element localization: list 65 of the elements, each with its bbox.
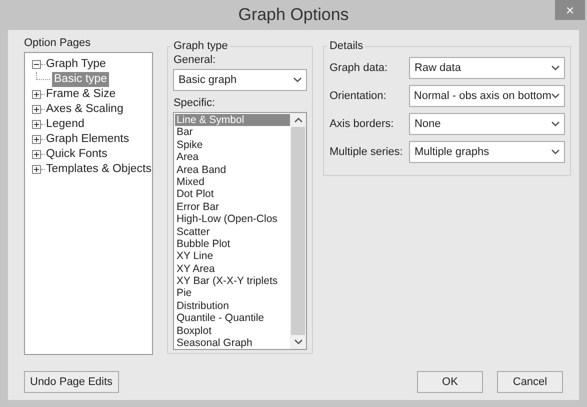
chevron-down-icon — [551, 121, 560, 127]
expand-icon[interactable] — [32, 150, 41, 159]
scroll-up-icon[interactable] — [294, 117, 303, 123]
field-label: Axis borders: — [329, 116, 395, 132]
group-label: Option Pages — [24, 36, 92, 50]
list-item[interactable]: Area — [175, 151, 290, 164]
field-label: Orientation: — [329, 88, 388, 104]
window-title: Graph Options — [238, 4, 349, 26]
list-item[interactable]: Error Bar — [175, 200, 290, 214]
undo-button[interactable]: Undo Page Edits — [24, 371, 119, 393]
scroll-thumb[interactable] — [291, 127, 306, 335]
ok-button[interactable]: OK — [417, 371, 483, 393]
tree-item[interactable]: Legend — [45, 117, 86, 132]
dropdown[interactable]: Normal - obs axis on bottom — [408, 85, 566, 107]
expand-icon[interactable] — [32, 165, 41, 174]
dropdown[interactable]: Raw data — [409, 57, 566, 79]
collapse-icon[interactable] — [32, 60, 41, 69]
tree-item[interactable]: Basic type — [52, 72, 110, 87]
chevron-down-icon — [551, 93, 560, 99]
scroll-down-icon[interactable] — [294, 339, 303, 345]
list-item[interactable]: Seasonal Graph — [175, 337, 290, 349]
list-item[interactable]: High-Low (Open-Clos — [175, 213, 290, 226]
dropdown[interactable]: Basic graph — [173, 69, 308, 91]
list-item[interactable]: XY Area — [175, 262, 290, 276]
tree-item[interactable]: Graph Elements — [45, 132, 130, 147]
list-item[interactable]: Bar — [175, 126, 290, 139]
list-item[interactable]: Area Band — [175, 164, 290, 176]
list-item[interactable]: Quantile - Quantile — [175, 312, 290, 325]
list-item[interactable]: Scatter — [175, 226, 290, 238]
dropdown-value: Normal - obs axis on bottom — [414, 88, 552, 104]
tree-item[interactable]: Frame & Size — [45, 87, 117, 102]
cancel-button[interactable]: Cancel — [497, 371, 563, 393]
expand-icon[interactable] — [32, 90, 41, 99]
list-item[interactable]: XY Line — [175, 250, 290, 263]
field-label: General: — [173, 53, 217, 67]
tree-item[interactable]: Axes & Scaling — [45, 102, 124, 117]
field-label: Specific: — [173, 96, 216, 110]
list-item[interactable]: Boxplot — [175, 324, 290, 338]
list-item[interactable]: XY Bar (X-X-Y triplets — [175, 275, 290, 288]
field-label: Graph data: — [329, 60, 389, 76]
scrollbar[interactable] — [290, 113, 306, 349]
list-item[interactable]: Pie — [175, 287, 290, 300]
chevron-down-icon — [551, 149, 560, 155]
list-item[interactable]: Dot Plot — [175, 188, 290, 201]
tree-item[interactable]: Templates & Objects — [45, 162, 152, 177]
expand-icon[interactable] — [32, 105, 41, 114]
list-item[interactable]: Spike — [175, 138, 290, 152]
list-item[interactable]: Line & Symbol — [175, 114, 290, 126]
dropdown[interactable]: None — [409, 113, 566, 135]
list-item[interactable]: Mixed — [175, 176, 290, 188]
dropdown-value: None — [414, 116, 441, 132]
dropdown-value: Basic graph — [178, 72, 237, 88]
chevron-down-icon — [293, 77, 302, 83]
dropdown[interactable]: Multiple graphs — [409, 141, 566, 163]
expand-icon[interactable] — [32, 120, 41, 129]
dropdown-value: Multiple graphs — [414, 144, 490, 160]
expand-icon[interactable] — [32, 135, 41, 144]
list-item[interactable]: Bubble Plot — [175, 238, 290, 250]
tree-item[interactable]: Quick Fonts — [45, 147, 108, 162]
chevron-down-icon — [551, 65, 560, 71]
field-label: Multiple series: — [329, 144, 404, 160]
list-item[interactable]: Distribution — [175, 300, 290, 312]
dropdown-value: Raw data — [414, 60, 461, 76]
tree-item[interactable]: Graph Type — [45, 57, 107, 72]
group-label: Graph type — [171, 39, 230, 53]
